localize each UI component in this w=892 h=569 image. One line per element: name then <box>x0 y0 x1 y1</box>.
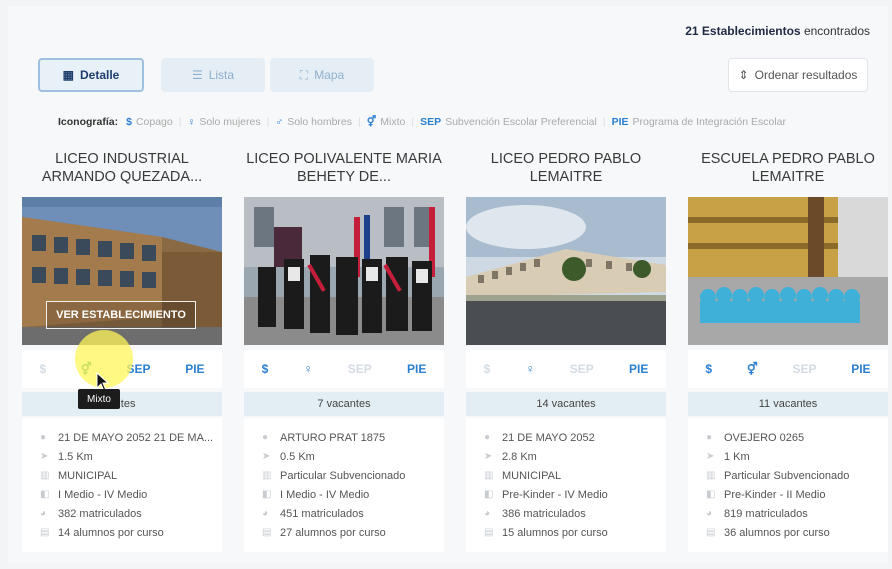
female-icon: ♀ <box>303 362 313 376</box>
sep-badge: SEP <box>569 362 594 376</box>
school-name[interactable]: ESCUELA PEDRO PABLO LEMAITRE <box>688 150 888 194</box>
school-details: ● 21 DE MAYO 2052 21 DE MA... ➤ 1.5 Km ▥ MU… <box>22 418 222 552</box>
view-school-button[interactable]: VER ESTABLECIMIENTO <box>46 301 196 329</box>
icons-row: $ ⚥ SEP PIE <box>688 350 888 388</box>
school-name[interactable]: LICEO PEDRO PABLO LEMAITRE <box>466 150 666 194</box>
school-photo[interactable] <box>244 197 444 345</box>
iconography-legend: Iconografía: $ Copago | ♀ Solo mujeres |… <box>58 116 786 128</box>
school-card: LICEO PEDRO PABLO LEMAITRE $ ♀ SEP PIE 1… <box>466 150 666 555</box>
vacancies: 11 vacantes <box>688 392 888 416</box>
school-name[interactable]: LICEO POLIVALENTE MARIA BEHETY DE... <box>244 150 444 194</box>
school-details: ● 21 DE MAYO 2052 ➤ 2.8 Km ▥ MUNICIPAL ◧ Pre… <box>466 418 666 552</box>
view-detalle-button[interactable]: ▦ Detalle <box>38 58 144 92</box>
dollar-icon: $ <box>483 362 491 376</box>
location-icon: ● <box>484 432 491 443</box>
walk-icon: ➤ <box>484 451 493 462</box>
school-details: ● OVEJERO 0265 ➤ 1 Km ▥ Particular Subvenci… <box>688 418 888 552</box>
classroom-icon: ▤ <box>706 527 716 538</box>
sep-badge: SEP <box>347 362 372 376</box>
students-icon: ◕ <box>484 508 491 519</box>
results-count: 21 Establecimientos encontrados <box>685 24 870 38</box>
vacancies: 14 vacantes <box>466 392 666 416</box>
classroom-icon: ▤ <box>484 527 494 538</box>
location-icon: ● <box>262 432 269 443</box>
view-lista-button[interactable]: ☰ Lista <box>161 58 265 92</box>
pie-icon: PIE <box>611 116 629 128</box>
mixed-icon: ⚥ <box>366 116 377 128</box>
classroom-icon: ▤ <box>262 527 272 538</box>
building-icon: ▥ <box>262 470 272 481</box>
sort-button[interactable]: ⇕ Ordenar resultados <box>728 58 868 92</box>
school-name[interactable]: LICEO INDUSTRIAL ARMANDO QUEZADA... <box>22 150 222 194</box>
school-photo[interactable]: VER ESTABLECIMIENTO <box>22 197 222 345</box>
view-mapa-button[interactable]: ⛶ Mapa <box>270 58 374 92</box>
view-toolbar: ▦ Detalle ☰ Lista ⛶ Mapa ⇕ Ordenar resul… <box>38 58 868 92</box>
students-icon: ◕ <box>40 508 47 519</box>
dollar-icon: $ <box>39 362 47 376</box>
walk-icon: ➤ <box>40 451 49 462</box>
icons-row: $ ♀ SEP PIE <box>466 350 666 388</box>
female-icon: ♀ <box>187 116 196 128</box>
sep-icon: SEP <box>420 116 442 128</box>
grid-icon: ▦ <box>62 68 74 82</box>
levels-icon: ◧ <box>262 489 272 500</box>
list-icon: ☰ <box>191 68 203 82</box>
building-icon: ▥ <box>40 470 50 481</box>
students-icon: ◕ <box>262 508 269 519</box>
walk-icon: ➤ <box>262 451 271 462</box>
sort-icon: ⇕ <box>738 68 749 82</box>
location-icon: ● <box>40 432 47 443</box>
pie-badge: PIE <box>185 362 205 376</box>
pie-badge: PIE <box>851 362 871 376</box>
classroom-icon: ▤ <box>40 527 50 538</box>
location-icon: ● <box>706 432 713 443</box>
building-icon: ▥ <box>484 470 494 481</box>
school-photo[interactable] <box>688 197 888 345</box>
pie-badge: PIE <box>407 362 427 376</box>
dollar-icon: $ <box>261 362 269 376</box>
pie-badge: PIE <box>629 362 649 376</box>
vacancies: 7 vacantes <box>244 392 444 416</box>
dollar-icon: $ <box>126 116 132 128</box>
school-details: ● ARTURO PRAT 1875 ➤ 0.5 Km ▥ Particular Su… <box>244 418 444 552</box>
dollar-icon: $ <box>705 362 713 376</box>
levels-icon: ◧ <box>706 489 716 500</box>
school-card: ESCUELA PEDRO PABLO LEMAITRE $ ⚥ SEP PIE… <box>688 150 888 555</box>
icons-row: $ ♀ SEP PIE <box>244 350 444 388</box>
levels-icon: ◧ <box>40 489 50 500</box>
school-photo[interactable] <box>466 197 666 345</box>
male-icon: ♂ <box>275 116 284 128</box>
walk-icon: ➤ <box>706 451 715 462</box>
tooltip: Mixto <box>78 389 120 409</box>
levels-icon: ◧ <box>484 489 494 500</box>
female-icon: ♀ <box>525 362 535 376</box>
mixed-icon: ⚥ <box>746 362 758 376</box>
map-icon: ⛶ <box>299 67 309 82</box>
vacancies: antes <box>22 392 222 416</box>
sep-badge: SEP <box>792 362 817 376</box>
students-icon: ◕ <box>706 508 713 519</box>
school-card: LICEO POLIVALENTE MARIA BEHETY DE... $ ♀… <box>244 150 444 555</box>
building-icon: ▥ <box>706 470 716 481</box>
